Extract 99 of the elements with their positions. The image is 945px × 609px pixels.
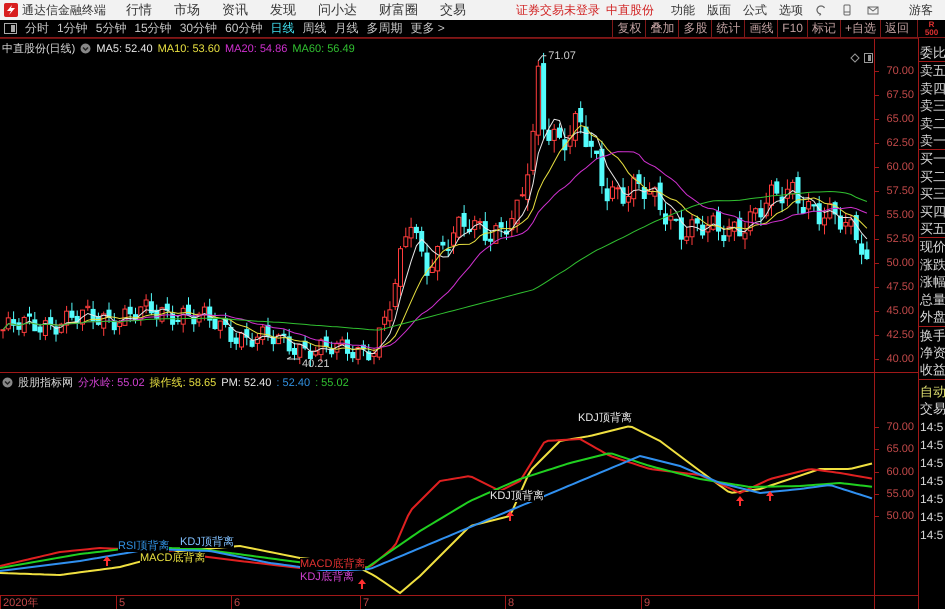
- period-tab[interactable]: 更多 >: [406, 20, 449, 37]
- price-tick: 57.50: [886, 185, 914, 197]
- divergence-label: MACD底背离: [300, 558, 366, 570]
- price-tick: 55.00: [886, 209, 914, 221]
- divergence-label: KDJ顶背离: [578, 412, 632, 424]
- auto-trade-label[interactable]: 自动: [919, 382, 945, 400]
- tool-button[interactable]: +自选: [840, 20, 880, 37]
- value-tick: 60.00: [886, 466, 914, 478]
- legend-value: MA20: 54.86: [224, 42, 288, 54]
- menu-item[interactable]: 行情: [126, 1, 152, 19]
- depth-badge[interactable]: R 500: [917, 20, 945, 37]
- price-tick: 42.50: [886, 329, 914, 341]
- quote-label: 卖一: [919, 132, 945, 150]
- divergence-label: MACD底背离: [140, 552, 206, 564]
- user-label[interactable]: 游客: [909, 2, 933, 18]
- tool-button[interactable]: 画线: [744, 20, 778, 37]
- trade-time: 14:5: [919, 472, 944, 490]
- period-tab[interactable]: 5分钟: [92, 20, 130, 37]
- quote-label: 买二: [919, 168, 945, 186]
- period-tab[interactable]: 1分钟: [53, 20, 92, 37]
- price-tick: 70.00: [886, 65, 914, 77]
- tool-button[interactable]: 叠加: [645, 20, 678, 37]
- menu-item[interactable]: 资讯: [222, 1, 248, 19]
- legend-value: MA5: 52.40: [96, 42, 153, 54]
- legend-value: : 52.40: [276, 376, 310, 388]
- legend-value: 分水岭: 55.02: [78, 376, 145, 390]
- period-tab[interactable]: 日线: [266, 20, 298, 37]
- legend-value: MA10: 53.60: [158, 42, 220, 54]
- divergence-label: KDJ顶背离: [180, 536, 234, 548]
- quote-label: 买一: [919, 150, 945, 168]
- date-tick: 9: [641, 596, 650, 609]
- period-tab[interactable]: 15分钟: [130, 20, 176, 37]
- auto-trade-label[interactable]: 交易: [919, 400, 945, 418]
- menu-item[interactable]: 市场: [174, 1, 200, 19]
- price-tick: 52.50: [886, 233, 914, 245]
- divergence-label: KDJ顶背离: [490, 490, 544, 502]
- value-tick: 70.00: [886, 421, 914, 433]
- app-title: 通达信金融终端: [22, 2, 106, 18]
- legend-value: : 55.02: [315, 376, 349, 388]
- quote-label: 卖二: [919, 114, 945, 132]
- trade-time: 14:5: [919, 436, 944, 454]
- high-price-label: 71.07: [548, 50, 576, 62]
- period-tab[interactable]: 周线: [298, 20, 330, 37]
- quote-label: 买三: [919, 185, 945, 203]
- indicator-title: 股朋指标网: [18, 376, 73, 390]
- period-tab[interactable]: 多周期: [362, 20, 406, 37]
- quote-label: 委比: [919, 44, 945, 62]
- period-tab[interactable]: 分时: [21, 20, 53, 37]
- divergence-label: KDJ底背离: [300, 571, 354, 583]
- menu-item[interactable]: 交易: [440, 1, 466, 19]
- chart-title: 中直股份(日线): [2, 42, 76, 56]
- stock-name: 中直股份: [606, 2, 654, 18]
- price-tick: 45.00: [886, 305, 914, 317]
- menu-item[interactable]: 版面: [707, 2, 731, 18]
- quote-label: 净资: [919, 344, 945, 362]
- date-tick: 7: [360, 596, 370, 609]
- tool-button[interactable]: 复权: [612, 20, 646, 37]
- price-tick: 50.00: [886, 257, 914, 269]
- price-tick: 40.00: [886, 353, 914, 365]
- tool-button[interactable]: 统计: [711, 20, 744, 37]
- quote-label: 涨幅: [919, 273, 945, 291]
- divergence-label: RSI顶背离: [118, 540, 170, 552]
- menu-item[interactable]: 选项: [779, 2, 803, 18]
- period-tab[interactable]: 月线: [330, 20, 362, 37]
- price-tick: 65.00: [886, 113, 914, 125]
- quote-label: 买四: [919, 202, 945, 220]
- menu-item[interactable]: 发现: [270, 1, 296, 19]
- price-tick: 47.50: [886, 281, 914, 293]
- trade-time: 14:5: [919, 526, 944, 544]
- date-tick: 2020年: [0, 596, 38, 609]
- trade-time: 14:5: [919, 490, 944, 508]
- tool-button[interactable]: 多股: [678, 20, 712, 37]
- date-tick: 8: [505, 596, 514, 609]
- period-tab[interactable]: 30分钟: [176, 20, 222, 37]
- login-status: 证券交易未登录: [516, 2, 600, 18]
- tool-button[interactable]: 标记: [806, 20, 840, 37]
- value-tick: 55.00: [886, 488, 914, 500]
- value-tick: 50.00: [886, 510, 914, 522]
- price-tick: 67.50: [886, 89, 914, 101]
- date-tick: 5: [116, 596, 126, 609]
- trade-time: 14:5: [919, 418, 944, 436]
- trade-time: 14:5: [919, 508, 944, 526]
- quote-label: 卖三: [919, 97, 945, 115]
- menu-item[interactable]: 公式: [743, 2, 767, 18]
- legend-value: MA60: 56.49: [292, 42, 355, 54]
- period-tab[interactable]: 60分钟: [221, 20, 266, 37]
- legend-value: 操作线: 58.65: [150, 376, 216, 390]
- trade-time: 14:5: [919, 454, 944, 472]
- date-tick: 6: [231, 596, 240, 609]
- menu-item[interactable]: 问小达: [318, 1, 357, 19]
- quote-label: 卖四: [919, 80, 945, 98]
- menu-item[interactable]: 财富圈: [379, 1, 418, 19]
- tool-button[interactable]: F10: [777, 20, 807, 37]
- value-tick: 65.00: [886, 443, 914, 456]
- menu-item[interactable]: 功能: [671, 2, 695, 18]
- price-tick: 60.00: [886, 161, 914, 173]
- tool-button[interactable]: 返回: [880, 20, 913, 37]
- price-tick: 62.50: [886, 137, 914, 149]
- legend-value: PM: 52.40: [221, 376, 272, 388]
